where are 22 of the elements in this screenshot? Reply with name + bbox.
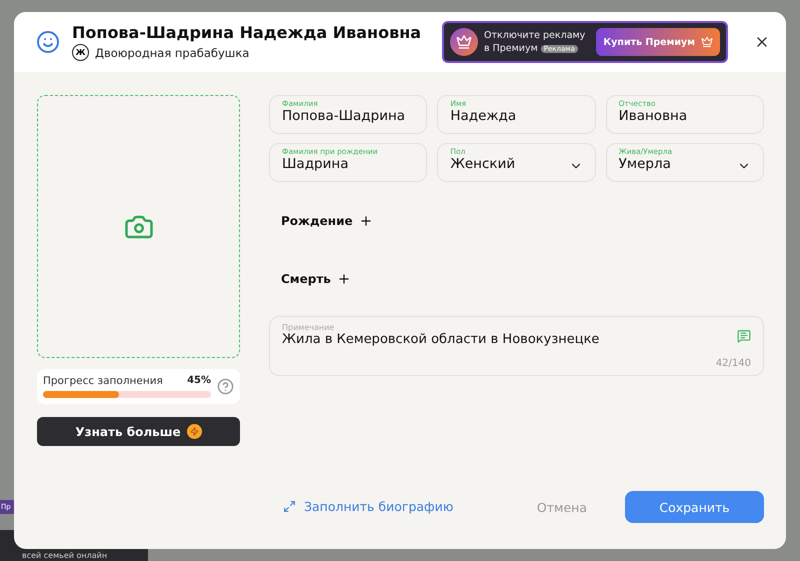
- background-caption: всей семьей онлайн: [22, 550, 108, 561]
- comment-icon: [737, 329, 751, 343]
- crown-icon: [701, 36, 713, 48]
- section-toggle[interactable]: Смерть: [281, 272, 764, 286]
- fill-biography-link[interactable]: Заполнить биографию: [283, 499, 454, 514]
- progress-label: Прогресс заполнения: [43, 375, 163, 387]
- progress-value: 45%: [187, 375, 211, 387]
- person-name: Попова-Шадрина Надежда Ивановна: [72, 23, 422, 42]
- relation-label: Двоюродная прабабушка: [95, 46, 250, 60]
- buy-premium-button[interactable]: Купить Премиум: [596, 28, 720, 56]
- help-icon[interactable]: [217, 378, 234, 395]
- expand-icon: [283, 500, 296, 513]
- crown-icon: [450, 28, 478, 56]
- gender-mark: Ж: [72, 44, 89, 61]
- smiley-icon: [36, 30, 60, 54]
- bolt-icon: [186, 424, 202, 439]
- plus-icon: [358, 214, 373, 228]
- note-field[interactable]: Примечание Жила в Кемеровской области в Новокузнецке 42/140: [269, 316, 764, 376]
- learn-more-button[interactable]: Узнать больше: [37, 417, 240, 446]
- plus-icon: [336, 272, 351, 286]
- section-toggle[interactable]: Рождение: [281, 214, 764, 228]
- char-counter: 42/140: [716, 358, 751, 369]
